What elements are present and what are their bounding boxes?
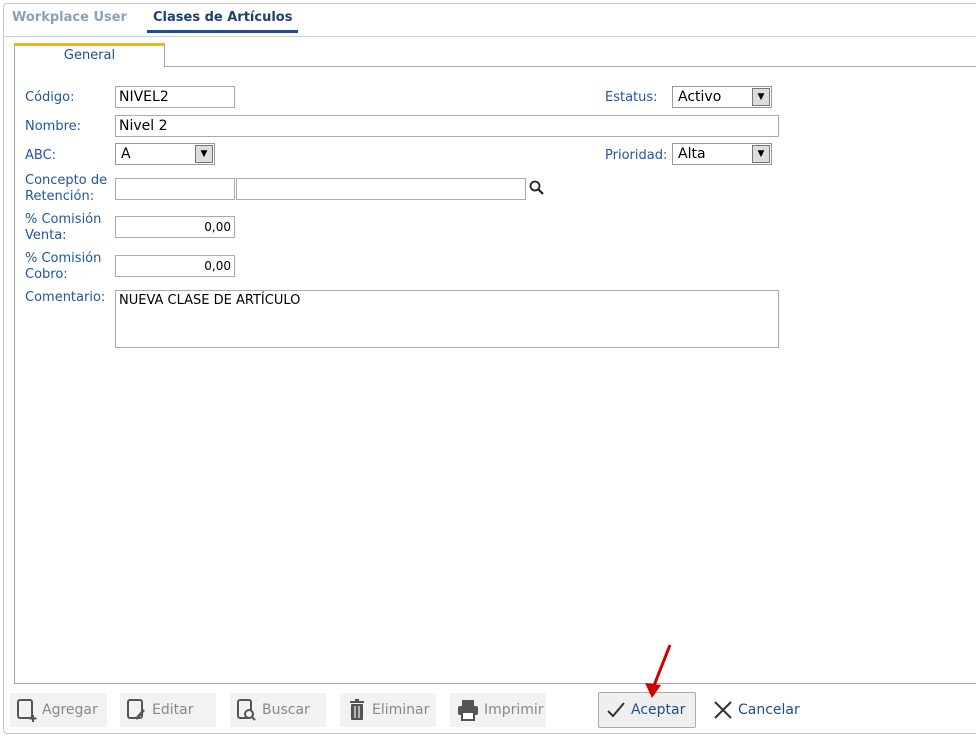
prioridad-value: Alta [678,146,706,162]
concepto-label: Concepto de Retención: [25,173,108,204]
comision-cobro-label: % Comisión Cobro: [25,251,102,282]
concepto-code-input[interactable] [115,178,235,200]
close-icon [714,701,732,719]
search-icon[interactable] [529,180,545,196]
comision-venta-input[interactable]: 0,00 [115,216,235,238]
cancelar-button[interactable]: Cancelar [706,693,806,727]
prioridad-select[interactable]: Alta ▼ [672,143,772,165]
codigo-label: Código: [25,90,75,105]
comision-venta-label: % Comisión Venta: [25,212,102,243]
buscar-button[interactable]: Buscar [230,693,326,727]
check-icon [607,702,625,718]
editar-button[interactable]: Editar [120,693,216,727]
imprimir-button[interactable]: Imprimir [450,693,546,727]
nombre-label: Nombre: [25,119,82,134]
search-doc-icon [237,699,256,721]
trash-icon [350,699,364,720]
abc-select[interactable]: A ▼ [115,143,215,165]
estatus-label: Estatus: [605,90,658,105]
chevron-down-icon[interactable]: ▼ [752,145,770,163]
codigo-input[interactable]: NIVEL2 [115,86,235,108]
tab-workplace-user[interactable]: Workplace User [6,10,133,31]
estatus-select[interactable]: Activo ▼ [672,86,772,108]
annotation-arrow-icon [645,644,672,698]
tab-clases-articulos[interactable]: Clases de Artículos [147,10,299,33]
edit-icon [127,699,145,720]
agregar-button[interactable]: Agregar [10,693,107,727]
comentario-textarea[interactable]: NUEVA CLASE DE ARTÍCULO [115,290,779,348]
divider [4,36,976,37]
nombre-input[interactable]: Nivel 2 [115,115,779,137]
prioridad-label: Prioridad: [605,148,668,163]
add-icon [17,699,37,722]
chevron-down-icon[interactable]: ▼ [195,145,213,163]
print-icon [458,700,478,721]
abc-label: ABC: [25,148,57,163]
concepto-desc-input[interactable] [236,178,526,200]
tab-general[interactable]: General [14,43,165,67]
comentario-label: Comentario: [25,290,106,305]
abc-value: A [121,146,131,162]
eliminar-button[interactable]: Eliminar [340,693,436,727]
estatus-value: Activo [678,89,722,105]
chevron-down-icon[interactable]: ▼ [752,88,770,106]
comision-cobro-input[interactable]: 0,00 [115,255,235,277]
